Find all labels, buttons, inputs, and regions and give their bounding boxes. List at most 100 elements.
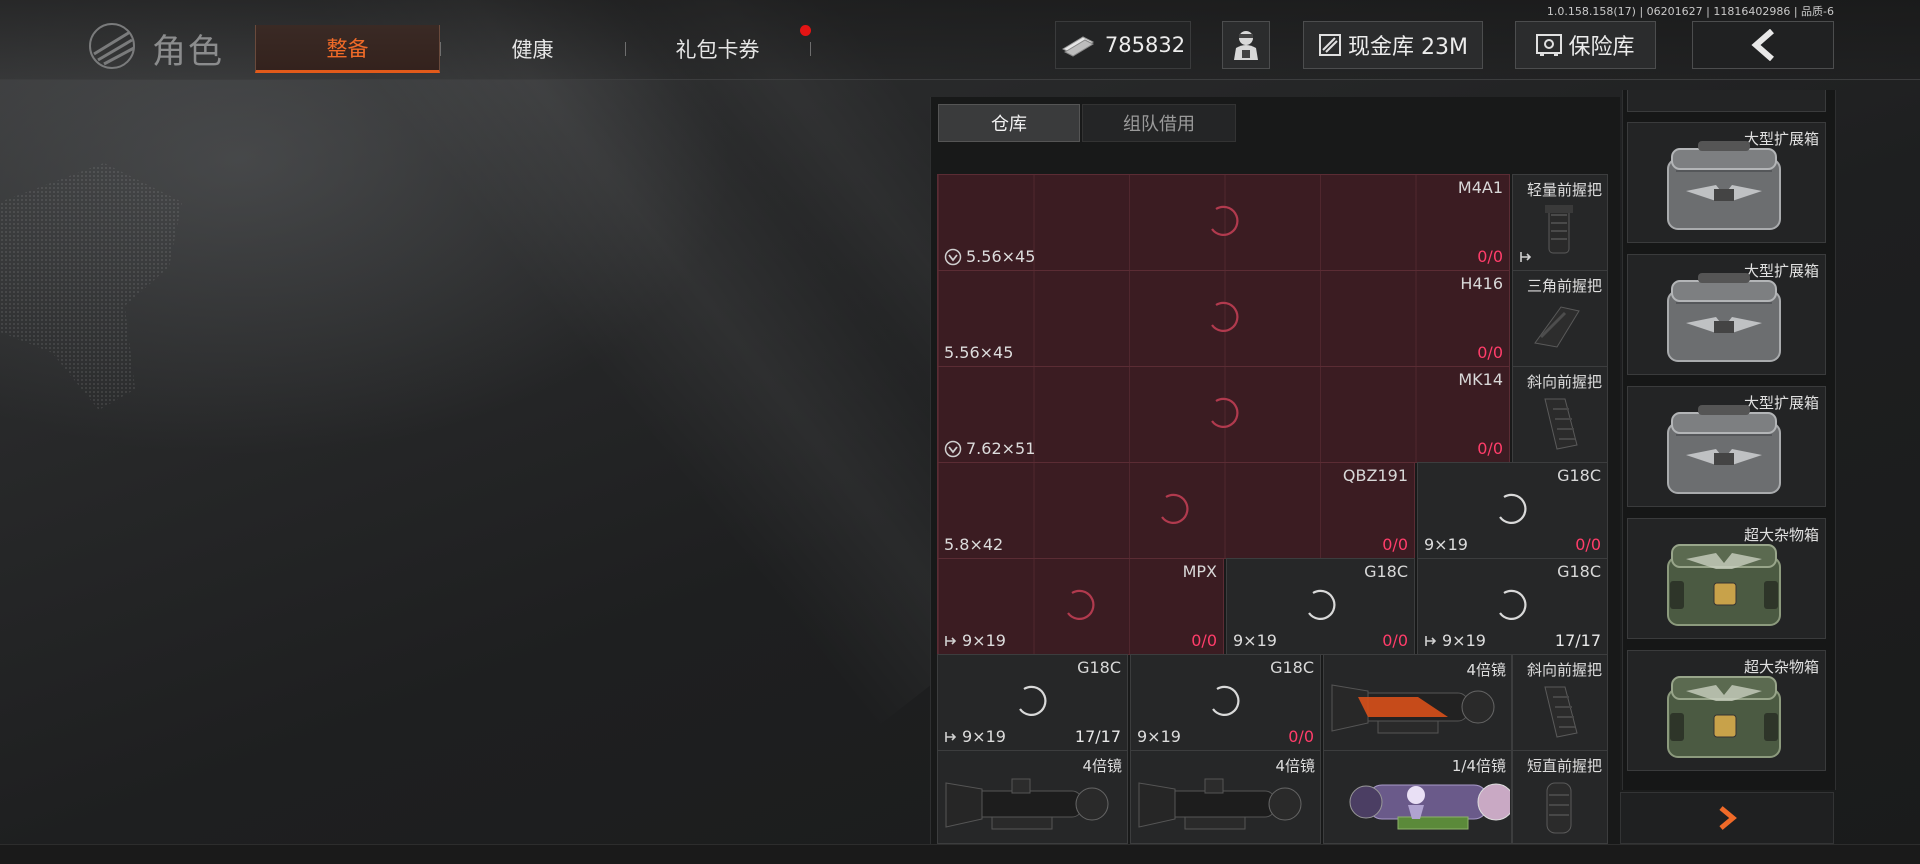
ammo-capacity: 0 — [1590, 535, 1601, 554]
caliber-text: 9×19 — [962, 631, 1006, 650]
loading-ring-icon — [1210, 205, 1239, 236]
weapon-slot-mk14[interactable]: MK14 7.62×51 0/0 — [937, 366, 1510, 463]
operator-icon — [1234, 31, 1258, 60]
ammo-count: 17/17 — [1554, 631, 1601, 650]
caliber-text: 9×19 — [1137, 727, 1181, 746]
loading-ring-icon — [1160, 493, 1189, 524]
tab-gift-coupons[interactable]: 礼包卡券 — [625, 25, 810, 73]
ammo-loaded: 0 — [1382, 535, 1393, 554]
ammo-capacity: 17 — [1100, 727, 1121, 746]
tab-equipment[interactable]: 整备 — [255, 25, 440, 73]
weapon-name: G18C — [1077, 658, 1121, 677]
weapon-slot-g18c[interactable]: G18C 9×19 0/0 — [1417, 462, 1608, 559]
scope-slot[interactable]: 1/4倍镜 — [1323, 750, 1512, 844]
loading-ring-icon — [1498, 589, 1527, 620]
weapon-slot-g18c[interactable]: G18C 9×19 0/0 — [1130, 654, 1321, 751]
scope-slot[interactable]: 4倍镜 — [1323, 654, 1512, 751]
ammo-capacity: 0 — [1206, 631, 1217, 650]
bottom-bar — [0, 844, 1920, 864]
container-slot[interactable]: 大型扩展箱 — [1627, 122, 1826, 243]
scope-slot[interactable]: 4倍镜 — [1130, 750, 1321, 844]
marked-icon — [944, 248, 962, 265]
caliber-label: 9×19 — [944, 727, 1006, 746]
weapon-slot-mpx[interactable]: MPX 9×19 0/0 — [937, 558, 1224, 655]
scope-4x-icon — [945, 778, 1109, 830]
caliber-label: 5.8×42 — [944, 535, 1003, 554]
cash-vault-icon — [1319, 34, 1341, 56]
container-slot[interactable]: 大型扩展箱 — [1627, 254, 1826, 375]
ammo-count: 0/0 — [1575, 535, 1601, 554]
attachment-name: 短直前握把 — [1526, 757, 1602, 775]
tab-team-borrow[interactable]: 组队借用 — [1082, 104, 1236, 142]
ammo-capacity: 0 — [1492, 343, 1503, 362]
chevron-left-icon — [1751, 29, 1774, 61]
safe-label: 保险库 — [1568, 35, 1635, 60]
page-title: 角色 — [152, 32, 224, 72]
loading-ring-icon — [1018, 685, 1047, 716]
ammo-count: 0/0 — [1477, 247, 1503, 266]
cash-vault-button[interactable]: 现金库 23M — [1303, 21, 1483, 69]
ammo-loaded: 0 — [1288, 727, 1299, 746]
attachment-slot[interactable]: 短直前握把 — [1512, 750, 1608, 844]
ammo-capacity: 0 — [1397, 535, 1408, 554]
weapon-slot-qbz191[interactable]: QBZ191 5.8×42 0/0 — [937, 462, 1415, 559]
foregrip-icon — [1544, 398, 1578, 450]
attachment-slot[interactable]: 轻量前握把 — [1512, 174, 1608, 271]
weapon-slot-g18c[interactable]: G18C 9×19 0/0 — [1226, 558, 1415, 655]
weapon-name: H416 — [1460, 274, 1503, 293]
ammo-count: 17/17 — [1074, 727, 1121, 746]
attachment-slot[interactable]: 斜向前握把 — [1512, 654, 1608, 751]
loading-ring-icon — [1210, 397, 1239, 428]
weapon-slot-m4a1[interactable]: M4A1 5.56×45 0/0 — [937, 174, 1510, 271]
safe-button[interactable]: 保险库 — [1515, 21, 1656, 69]
ammo-count: 0/0 — [1382, 631, 1408, 650]
ammo-loaded: 0 — [1382, 631, 1393, 650]
exit-icon — [945, 731, 957, 742]
attachment-slot[interactable]: 斜向前握把 — [1512, 366, 1608, 463]
ammo-capacity: 17 — [1580, 631, 1601, 650]
attachment-name: 斜向前握把 — [1526, 373, 1602, 391]
xl-sundries-case-icon — [1667, 676, 1781, 758]
caliber-text: 5.56×45 — [966, 247, 1036, 266]
chevron-right-icon — [1719, 806, 1737, 830]
tab-warehouse[interactable]: 仓库 — [938, 104, 1080, 142]
attachment-slot[interactable]: 三角前握把 — [1512, 270, 1608, 367]
weapon-slot-h416[interactable]: H416 5.56×45 0/0 — [937, 270, 1510, 367]
ammo-count: 0/0 — [1382, 535, 1408, 554]
weapon-name: M4A1 — [1457, 178, 1503, 197]
foregrip-icon — [1544, 204, 1574, 254]
caliber-label: 9×19 — [944, 631, 1006, 650]
weapon-slot-g18c[interactable]: G18C 9×19 17/17 — [1417, 558, 1608, 655]
container-slot[interactable]: 大型扩展箱 — [1627, 386, 1826, 507]
exit-icon — [945, 635, 957, 646]
exit-icon — [1520, 252, 1532, 262]
caliber-label: 7.62×51 — [944, 439, 1035, 458]
next-page-button[interactable] — [1620, 792, 1834, 844]
loading-ring-icon — [1210, 301, 1239, 332]
container-slot[interactable]: 超大杂物箱 — [1627, 518, 1826, 639]
container-slot-partial[interactable] — [1627, 90, 1826, 112]
loading-ring-icon — [1307, 589, 1336, 620]
ammo-count: 0/0 — [1191, 631, 1217, 650]
weapon-slot-g18c[interactable]: G18C 9×19 17/17 — [937, 654, 1128, 751]
marked-icon — [944, 440, 962, 457]
caliber-label: 9×19 — [1424, 631, 1486, 650]
ammo-loaded: 0 — [1477, 247, 1488, 266]
foregrip-icon — [1546, 782, 1572, 834]
caliber-label: 5.56×45 — [944, 247, 1035, 266]
loading-ring-icon — [1211, 685, 1240, 716]
tab-health[interactable]: 健康 — [440, 25, 625, 73]
back-button[interactable] — [1692, 21, 1834, 69]
scope-slot[interactable]: 4倍镜 — [937, 750, 1128, 844]
avatar-button[interactable] — [1222, 21, 1270, 69]
caliber-text: 9×19 — [1442, 631, 1486, 650]
loading-ring-icon — [1498, 493, 1527, 524]
ammo-loaded: 17 — [1554, 631, 1576, 650]
ammo-loaded: 0 — [1477, 343, 1488, 362]
weapon-name: G18C — [1270, 658, 1314, 677]
weapon-name: G18C — [1557, 562, 1601, 581]
caliber-label: 5.56×45 — [944, 343, 1013, 362]
container-slot[interactable]: 超大杂物箱 — [1627, 650, 1826, 771]
ammo-capacity: 0 — [1397, 631, 1408, 650]
caliber-text: 5.56×45 — [944, 343, 1014, 362]
